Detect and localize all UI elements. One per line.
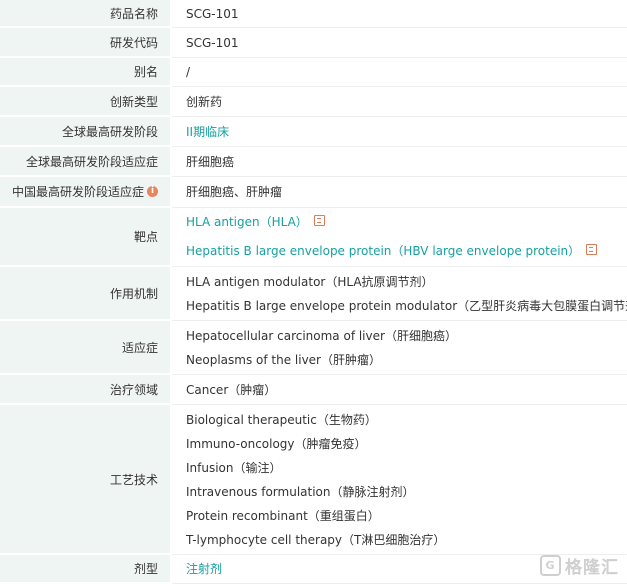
- row-indication: 适应症 Hepatocellular carcinoma of liver（肝细…: [0, 321, 627, 375]
- target-item: Hepatitis B large envelope protein（HBV l…: [186, 237, 627, 266]
- technology-item: Infusion（输注）: [186, 460, 282, 475]
- row-label: 作用机制: [0, 267, 172, 321]
- watermark-text: 格隆汇: [565, 558, 619, 578]
- row-label: 工艺技术: [0, 405, 172, 555]
- indication-item: Neoplasms of the liver（肝肿瘤）: [186, 352, 381, 367]
- technology-item: Biological therapeutic（生物药）: [186, 412, 377, 427]
- row-value: /: [172, 58, 627, 87]
- row-china-indication: 中国最高研发阶段适应症 i 肝细胞癌、肝肿瘤: [0, 177, 627, 208]
- mechanism-item: HLA antigen modulator（HLA抗原调节剂）: [186, 274, 434, 289]
- info-icon[interactable]: i: [147, 186, 158, 197]
- row-value: 创新药: [172, 87, 627, 117]
- row-value: Cancer（肿瘤）: [172, 375, 627, 405]
- target-link[interactable]: Hepatitis B large envelope protein（HBV l…: [186, 244, 580, 258]
- therapeutic-area-value: Cancer（肿瘤）: [186, 382, 277, 397]
- row-label: 适应症: [0, 321, 172, 375]
- alias-value: /: [186, 65, 191, 79]
- row-label: 靶点: [0, 208, 172, 267]
- row-label: 研发代码: [0, 28, 172, 58]
- row-label: 全球最高研发阶段适应症: [0, 147, 172, 177]
- row-value: 肝细胞癌、肝肿瘤: [172, 177, 627, 208]
- row-label: 别名: [0, 58, 172, 87]
- mechanism-item: Hepatitis B large envelope protein modul…: [186, 298, 627, 313]
- row-label: 创新类型: [0, 87, 172, 117]
- row-value: SCG-101: [172, 0, 627, 28]
- technology-item: Intravenous formulation（静脉注射剂）: [186, 484, 415, 499]
- row-label: 药品名称: [0, 0, 172, 28]
- row-dev-code: 研发代码 SCG-101: [0, 28, 627, 58]
- row-drug-name: 药品名称 SCG-101: [0, 0, 627, 28]
- global-indication-value: 肝细胞癌: [186, 154, 235, 169]
- row-global-phase: 全球最高研发阶段 II期临床: [0, 117, 627, 147]
- row-technology: 工艺技术 Biological therapeutic（生物药） Immuno-…: [0, 405, 627, 555]
- external-link-icon[interactable]: [586, 244, 598, 255]
- row-target: 靶点 HLA antigen（HLA） Hepatitis B large en…: [0, 208, 627, 267]
- row-value: Hepatocellular carcinoma of liver（肝细胞癌） …: [172, 321, 627, 375]
- row-innovation-type: 创新类型 创新药: [0, 87, 627, 117]
- watermark-logo-icon: G: [540, 555, 561, 576]
- row-label-text: 中国最高研发阶段适应症: [11, 185, 144, 199]
- technology-item: T-lymphocyte cell therapy（T淋巴细胞治疗）: [186, 532, 446, 547]
- row-value: II期临床: [172, 117, 627, 147]
- target-item: HLA antigen（HLA）: [186, 208, 627, 237]
- row-value: HLA antigen modulator（HLA抗原调节剂） Hepatiti…: [172, 267, 627, 321]
- row-mechanism: 作用机制 HLA antigen modulator（HLA抗原调节剂） Hep…: [0, 267, 627, 321]
- row-label: 治疗领域: [0, 375, 172, 405]
- row-label: 全球最高研发阶段: [0, 117, 172, 147]
- row-dosage-form: 剂型 注射剂: [0, 555, 627, 584]
- global-phase-link[interactable]: II期临床: [186, 120, 627, 144]
- row-value: HLA antigen（HLA） Hepatitis B large envel…: [172, 208, 627, 267]
- target-link[interactable]: HLA antigen（HLA）: [186, 215, 308, 229]
- technology-item: Protein recombinant（重组蛋白）: [186, 508, 380, 523]
- row-global-indication: 全球最高研发阶段适应症 肝细胞癌: [0, 147, 627, 177]
- dev-code-value: SCG-101: [186, 35, 239, 50]
- row-value: Biological therapeutic（生物药） Immuno-oncol…: [172, 405, 627, 555]
- watermark: G 格隆汇: [540, 553, 619, 578]
- row-label: 中国最高研发阶段适应症 i: [0, 177, 172, 208]
- technology-item: Immuno-oncology（肿瘤免疫）: [186, 436, 367, 451]
- indication-item: Hepatocellular carcinoma of liver（肝细胞癌）: [186, 328, 457, 343]
- row-value: 肝细胞癌: [172, 147, 627, 177]
- drug-name-value: SCG-101: [186, 6, 239, 21]
- china-indication-value: 肝细胞癌、肝肿瘤: [186, 185, 283, 199]
- row-alias: 别名 /: [0, 58, 627, 87]
- external-link-icon[interactable]: [313, 215, 325, 226]
- row-therapeutic-area: 治疗领域 Cancer（肿瘤）: [0, 375, 627, 405]
- innovation-type-value: 创新药: [186, 94, 223, 109]
- row-value: SCG-101: [172, 28, 627, 58]
- row-label: 剂型: [0, 555, 172, 584]
